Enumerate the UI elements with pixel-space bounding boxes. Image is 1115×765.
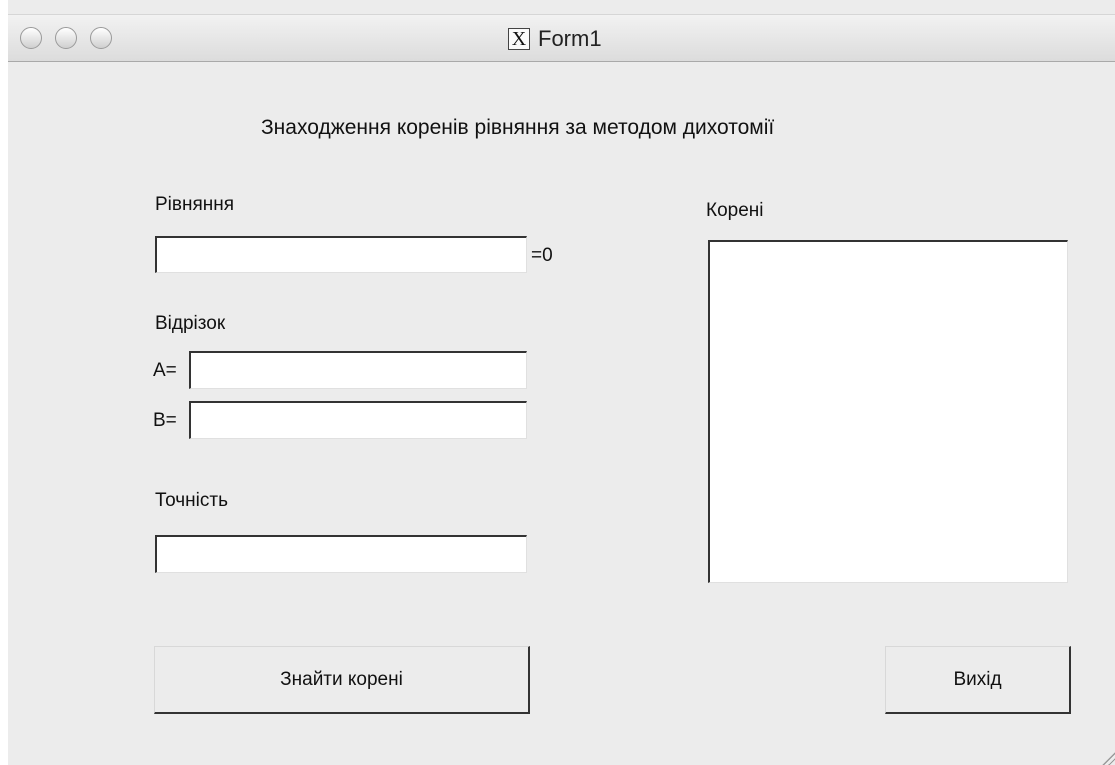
a-label: A=	[153, 360, 177, 381]
b-input[interactable]	[189, 401, 527, 439]
close-window-icon[interactable]	[20, 27, 42, 49]
precision-input[interactable]	[155, 535, 527, 573]
equation-suffix: =0	[531, 245, 553, 266]
form-heading: Знаходження коренів рівняння за методом …	[261, 116, 775, 139]
find-roots-button[interactable]: Знайти корені	[154, 646, 530, 714]
resize-grip-icon[interactable]	[1101, 751, 1115, 765]
b-label: B=	[153, 410, 177, 431]
exit-button[interactable]: Вихід	[885, 646, 1071, 714]
roots-label: Корені	[706, 200, 764, 221]
equation-input[interactable]	[155, 236, 527, 273]
roots-listbox[interactable]	[708, 240, 1068, 583]
title-bar[interactable]: X Form1	[8, 14, 1115, 62]
zoom-window-icon[interactable]	[90, 27, 112, 49]
a-input[interactable]	[189, 351, 527, 389]
minimize-window-icon[interactable]	[55, 27, 77, 49]
equation-label: Рівняння	[155, 194, 235, 215]
window-title: Form1	[538, 26, 602, 51]
x11-icon: X	[508, 28, 530, 50]
precision-label: Точність	[155, 490, 228, 511]
window-title-area: X Form1	[508, 25, 602, 53]
app-window: X Form1 Знаходження коренів рівняння за …	[8, 0, 1115, 765]
segment-label: Відрізок	[155, 313, 226, 334]
